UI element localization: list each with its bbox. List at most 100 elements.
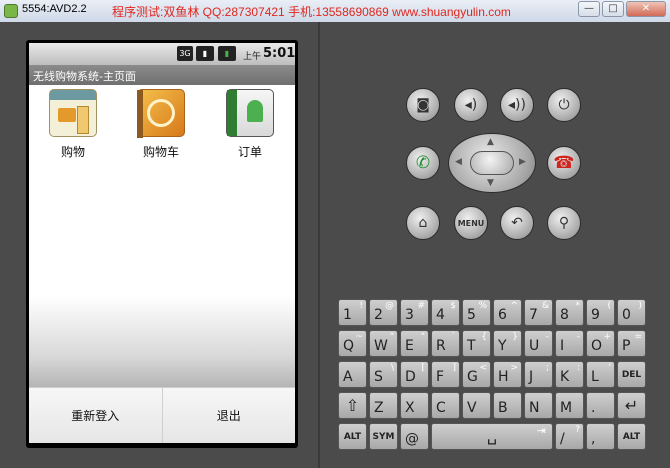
del-label: DEL — [621, 370, 642, 380]
key-main: 8 — [560, 307, 569, 323]
key-alt-right[interactable]: ALT — [617, 423, 646, 450]
home-button[interactable]: ⌂ — [406, 206, 440, 240]
key-shift: & — [541, 301, 549, 311]
key-b[interactable]: B — [493, 392, 522, 419]
power-button[interactable]: ⏻ — [547, 88, 581, 122]
key-shift: : — [576, 363, 580, 373]
key-k[interactable]: K: — [555, 361, 584, 388]
key-period[interactable]: . — [586, 392, 615, 419]
key-7[interactable]: 7 & — [524, 299, 553, 326]
key-w[interactable]: W " — [369, 330, 398, 357]
dpad-up-icon[interactable]: ▲ — [487, 137, 494, 147]
key-enter[interactable]: ↵ — [617, 392, 646, 419]
exit-button[interactable]: 退出 — [161, 387, 295, 443]
key-space[interactable]: ␣ ⇥ — [431, 423, 553, 450]
key-del[interactable]: DEL — [617, 361, 646, 388]
key-shift: < — [479, 363, 487, 373]
camera-icon: ◙ — [416, 97, 430, 113]
key-m[interactable]: M — [555, 392, 584, 419]
key-at[interactable]: @ — [400, 423, 429, 450]
volume-down-button[interactable]: ◂) — [454, 88, 488, 122]
key-shift: ^ — [510, 301, 518, 311]
key-main: E — [405, 338, 414, 354]
app-window-icon — [4, 4, 18, 18]
dpad-down-icon[interactable]: ▼ — [487, 178, 494, 188]
key-v[interactable]: V — [462, 392, 491, 419]
key-2[interactable]: 2 @ — [369, 299, 398, 326]
key-n[interactable]: N — [524, 392, 553, 419]
key-o[interactable]: O + — [586, 330, 615, 357]
key-0[interactable]: 0) — [617, 299, 646, 326]
volume-up-button[interactable]: ◂)) — [500, 88, 534, 122]
menu-label: MENU — [457, 218, 485, 228]
key-shift: ; — [545, 363, 549, 373]
key-9[interactable]: 9( — [586, 299, 615, 326]
end-call-button[interactable]: ☎ — [547, 146, 581, 180]
grid-item-label: 订单 — [237, 145, 262, 159]
key-main: 2 — [374, 307, 383, 323]
key-f[interactable]: F] — [431, 361, 460, 388]
key-h[interactable]: H > — [493, 361, 522, 388]
relogin-button[interactable]: 重新登入 — [29, 387, 162, 443]
key-main: P — [622, 338, 631, 354]
key-p[interactable]: P = — [617, 330, 646, 357]
menu-button[interactable]: MENU — [454, 206, 488, 240]
key-a[interactable]: A — [338, 361, 367, 388]
key-q[interactable]: Q ~ — [338, 330, 367, 357]
key-main: T — [467, 338, 476, 354]
key-sym[interactable]: SYM — [369, 423, 398, 450]
key-shift[interactable]: ⇧ — [338, 392, 367, 419]
key-j[interactable]: J; — [524, 361, 553, 388]
back-button[interactable]: ↶ — [500, 206, 534, 240]
key-shift: ~ — [355, 332, 363, 342]
key-shift: ? — [575, 425, 580, 435]
key-g[interactable]: G < — [462, 361, 491, 388]
sym-label: SYM — [372, 432, 395, 442]
key-main: 6 — [498, 307, 507, 323]
key-l[interactable]: L ' — [586, 361, 615, 388]
shift-icon: ⇧ — [345, 396, 360, 415]
key-main: 0 — [622, 307, 631, 323]
key-t[interactable]: T{ — [462, 330, 491, 357]
call-button[interactable]: ✆ — [406, 146, 440, 180]
key-d[interactable]: D[ — [400, 361, 429, 388]
dpad-center-button[interactable] — [470, 151, 514, 175]
key-alt-left[interactable]: ALT — [338, 423, 367, 450]
key-z[interactable]: Z — [369, 392, 398, 419]
key-x[interactable]: X — [400, 392, 429, 419]
minimize-button[interactable]: — — [578, 1, 600, 17]
key-4[interactable]: 4 $ — [431, 299, 460, 326]
dpad-right-icon[interactable]: ▶ — [519, 157, 526, 167]
key-main: 7 — [529, 307, 538, 323]
camera-button[interactable]: ◙ — [406, 88, 440, 122]
key-main: V — [467, 400, 477, 416]
key-c[interactable]: C — [431, 392, 460, 419]
key-8[interactable]: 8 * — [555, 299, 584, 326]
key-comma[interactable]: , — [586, 423, 615, 450]
maximize-button[interactable]: □ — [602, 1, 624, 17]
key-main: N — [529, 400, 540, 416]
key-5[interactable]: 5% — [462, 299, 491, 326]
key-3[interactable]: 3 # — [400, 299, 429, 326]
key-y[interactable]: Y} — [493, 330, 522, 357]
key-u[interactable]: U- — [524, 330, 553, 357]
key-s[interactable]: S \ — [369, 361, 398, 388]
grid-item-order[interactable]: 订单 — [220, 89, 280, 160]
key-shift: - — [545, 332, 549, 342]
grid-item-shop[interactable]: 购物 — [43, 89, 103, 160]
key-6[interactable]: 6 ^ — [493, 299, 522, 326]
close-button[interactable]: ✕ — [626, 1, 666, 17]
dpad-left-icon[interactable]: ◀ — [455, 157, 462, 167]
key-1[interactable]: 1! — [338, 299, 367, 326]
key-slash[interactable]: /? — [555, 423, 584, 450]
search-button[interactable]: ⚲ — [547, 206, 581, 240]
order-icon — [226, 89, 274, 137]
grid-item-cart[interactable]: 购物车 — [131, 89, 191, 160]
key-i[interactable]: I- — [555, 330, 584, 357]
key-shift: = — [634, 332, 642, 342]
key-shift: + — [603, 332, 611, 342]
watermark-text: 程序测试:双鱼林 QQ:287307421 手机:13558690869 www… — [112, 5, 511, 19]
key-e[interactable]: E " — [400, 330, 429, 357]
key-r[interactable]: R ` — [431, 330, 460, 357]
key-shift: ` — [451, 332, 457, 342]
